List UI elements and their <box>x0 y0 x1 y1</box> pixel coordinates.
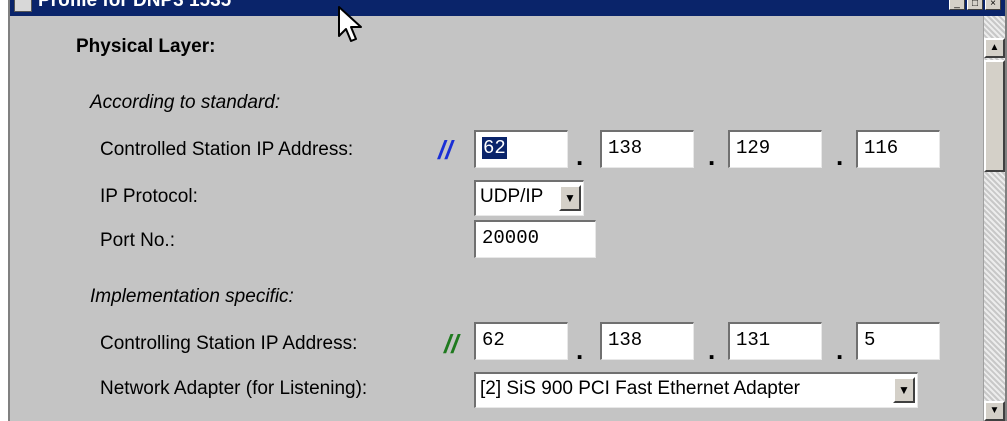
ip-dot: . <box>708 141 716 171</box>
settings-panel: Physical Layer: According to standard: C… <box>10 16 983 421</box>
port-label: Port No.: <box>100 230 175 251</box>
network-adapter-label: Network Adapter (for Listening): <box>100 378 368 399</box>
ip-address-icon: // <box>444 329 459 359</box>
controlling-ip-octet-3[interactable]: 131 <box>728 322 822 360</box>
window-title: Profile for DNP3 1535 <box>38 0 232 11</box>
chevron-down-icon[interactable]: ▼ <box>559 185 581 211</box>
ip-dot: . <box>836 141 844 171</box>
ip-dot: . <box>576 335 584 365</box>
ip-dot: . <box>576 141 584 171</box>
ip-address-icon: // <box>438 135 453 165</box>
maximize-button[interactable]: □ <box>967 0 983 10</box>
ip-dot: . <box>836 335 844 365</box>
implementation-heading: Implementation specific: <box>90 286 294 307</box>
controlling-ip-octet-1[interactable]: 62 <box>474 322 568 360</box>
network-adapter-select[interactable]: [2] SiS 900 PCI Fast Ethernet Adapter ▼ <box>474 372 918 408</box>
controlled-ip-octet-2[interactable]: 138 <box>600 130 694 168</box>
controlling-ip-label: Controlling Station IP Address: <box>100 333 358 354</box>
ip-dot: . <box>708 335 716 365</box>
profile-window: Profile for DNP3 1535 _ □ × Physical Lay… <box>8 0 1007 421</box>
ip-protocol-label: IP Protocol: <box>100 186 198 207</box>
ip-protocol-select[interactable]: UDP/IP ▼ <box>474 180 584 216</box>
title-bar[interactable]: Profile for DNP3 1535 _ □ × <box>10 0 1005 16</box>
scroll-down-button[interactable]: ▼ <box>984 401 1005 421</box>
close-button[interactable]: × <box>985 0 1001 10</box>
controlling-ip-octet-2[interactable]: 138 <box>600 322 694 360</box>
port-input[interactable]: 20000 <box>474 220 596 258</box>
section-title: Physical Layer: <box>76 36 216 57</box>
scroll-up-button[interactable]: ▲ <box>984 38 1005 58</box>
chevron-down-icon[interactable]: ▼ <box>893 377 915 403</box>
mouse-cursor-icon <box>338 6 362 42</box>
controlled-ip-octet-3[interactable]: 129 <box>728 130 822 168</box>
scroll-thumb[interactable] <box>984 60 1005 172</box>
network-adapter-value: [2] SiS 900 PCI Fast Ethernet Adapter <box>480 378 801 399</box>
app-icon <box>14 0 32 12</box>
controlled-ip-label: Controlled Station IP Address: <box>100 139 354 160</box>
vertical-scrollbar[interactable]: ▲ ▼ <box>983 16 1005 421</box>
minimize-button[interactable]: _ <box>949 0 965 10</box>
ip-protocol-value: UDP/IP <box>480 186 544 207</box>
controlled-ip-octet-1[interactable]: 62 <box>474 130 568 168</box>
standard-heading: According to standard: <box>90 92 281 113</box>
controlled-ip-octet-4[interactable]: 116 <box>856 130 940 168</box>
controlling-ip-octet-4[interactable]: 5 <box>856 322 940 360</box>
